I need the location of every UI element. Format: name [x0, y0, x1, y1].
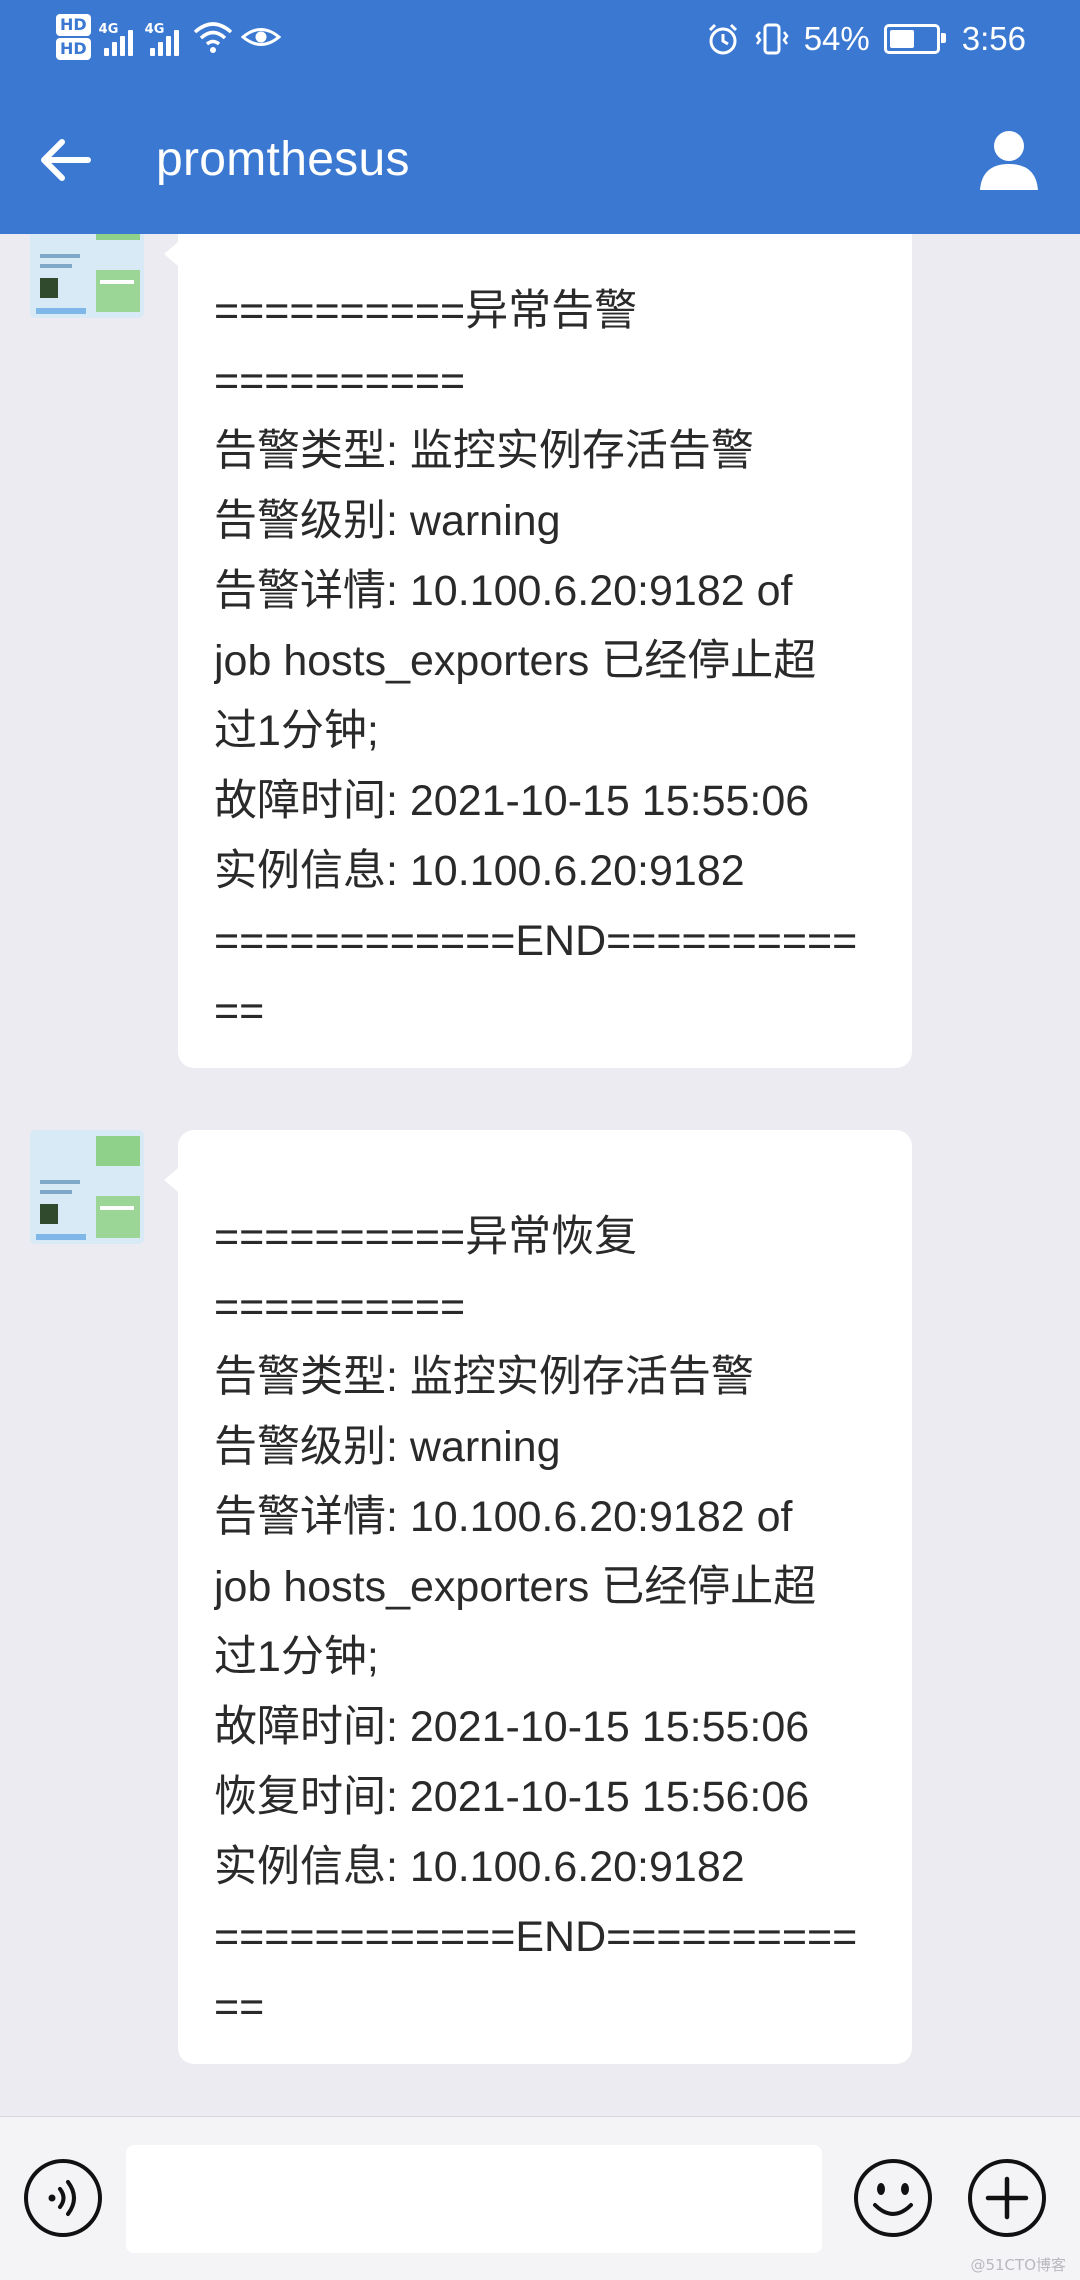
message-bubble: ==========异常告警 ========== 告警类型: 监控实例存活告警 告警…: [164, 234, 912, 1068]
message-line: job hosts_exporters 已经停止超: [214, 637, 817, 685]
status-bar: HD HD 4G 4G 54% 3:56: [0, 0, 1080, 88]
wifi-icon: [193, 22, 232, 53]
message-list: ==========异常告警 ========== 告警类型: 监控实例存活告警 告警…: [0, 234, 1080, 2116]
battery-icon: [883, 24, 946, 54]
alarm-icon: [708, 23, 737, 55]
bubble-spacer: [214, 234, 856, 276]
message-line: 故障时间: 2021-10-15 15:55:06: [214, 777, 810, 825]
message-line: job hosts_exporters 已经停止超: [214, 1563, 817, 1611]
status-left: HD HD 4G 4G: [56, 14, 281, 60]
status-right: 54% 3:56: [692, 20, 1026, 58]
vibrate-icon: [755, 23, 789, 55]
signal-icon: 4G: [144, 18, 179, 56]
message-line: ==========: [214, 357, 466, 405]
message-line: ============END==========: [214, 1913, 856, 1961]
message-line: 告警类型: 监控实例存活告警: [214, 427, 754, 475]
message-line: 告警级别: warning: [214, 497, 561, 545]
screen: HD HD 4G 4G 54% 3:56 promthesus ========…: [0, 0, 1080, 2280]
plus-icon[interactable]: [966, 2157, 1048, 2239]
message-line: 恢复时间: 2021-10-15 15:56:06: [214, 1773, 810, 1821]
message-line: 告警详情: 10.100.6.20:9182 of: [214, 1493, 793, 1541]
bubble-spacer: [214, 1130, 856, 1202]
message-line: 过1分钟;: [214, 707, 379, 755]
user-icon[interactable]: [974, 124, 1044, 194]
message-line: 过1分钟;: [214, 1633, 379, 1681]
message-line: 故障时间: 2021-10-15 15:55:06: [214, 1703, 810, 1751]
avatar-image: [30, 1130, 144, 1244]
message-line: 告警详情: 10.100.6.20:9182 of: [214, 567, 793, 615]
page-title: promthesus: [156, 133, 410, 186]
message-line: ==: [214, 1983, 265, 2031]
eye-icon: [240, 28, 281, 46]
message-line: ============END==========: [214, 917, 856, 965]
sender-avatar[interactable]: [30, 234, 144, 318]
message-line: ==========: [214, 1283, 466, 1331]
message-line: ==========异常恢复: [214, 1213, 638, 1261]
smiley-icon[interactable]: [852, 2157, 934, 2239]
message-line: ==: [214, 987, 265, 1035]
input-bar: @51CTO博客: [0, 2116, 1080, 2280]
message-line: 告警类型: 监控实例存活告警: [214, 1353, 754, 1401]
message-bubble: ==========异常恢复 ========== 告警类型: 监控实例存活告警 告警…: [164, 1130, 912, 2064]
bubble-padding: [214, 1046, 856, 1068]
network-type-label: 4G: [144, 22, 165, 37]
sender-avatar[interactable]: [30, 1130, 144, 1244]
app-bar: promthesus: [0, 88, 1080, 234]
hd-indicators: HD HD: [56, 14, 91, 60]
signal-icon: 4G: [98, 18, 133, 56]
message-input[interactable]: [126, 2145, 822, 2253]
arrow-left-icon[interactable]: [34, 128, 98, 192]
message-line: 实例信息: 10.100.6.20:9182: [214, 1843, 745, 1891]
message-line: 实例信息: 10.100.6.20:9182: [214, 847, 745, 895]
network-type-label: 4G: [98, 22, 119, 37]
avatar-image: [30, 234, 144, 318]
message-line: ==========异常告警: [214, 287, 638, 335]
clock: 3:56: [961, 20, 1026, 57]
watermark: @51CTO博客: [970, 2256, 1066, 2274]
bubble-padding: [214, 2042, 856, 2064]
hd1-badge: HD: [56, 14, 91, 36]
voice-icon[interactable]: [22, 2157, 104, 2239]
hd2-badge: HD: [56, 38, 91, 60]
battery-percent: 54%: [803, 20, 870, 57]
message-line: 告警级别: warning: [214, 1423, 561, 1471]
